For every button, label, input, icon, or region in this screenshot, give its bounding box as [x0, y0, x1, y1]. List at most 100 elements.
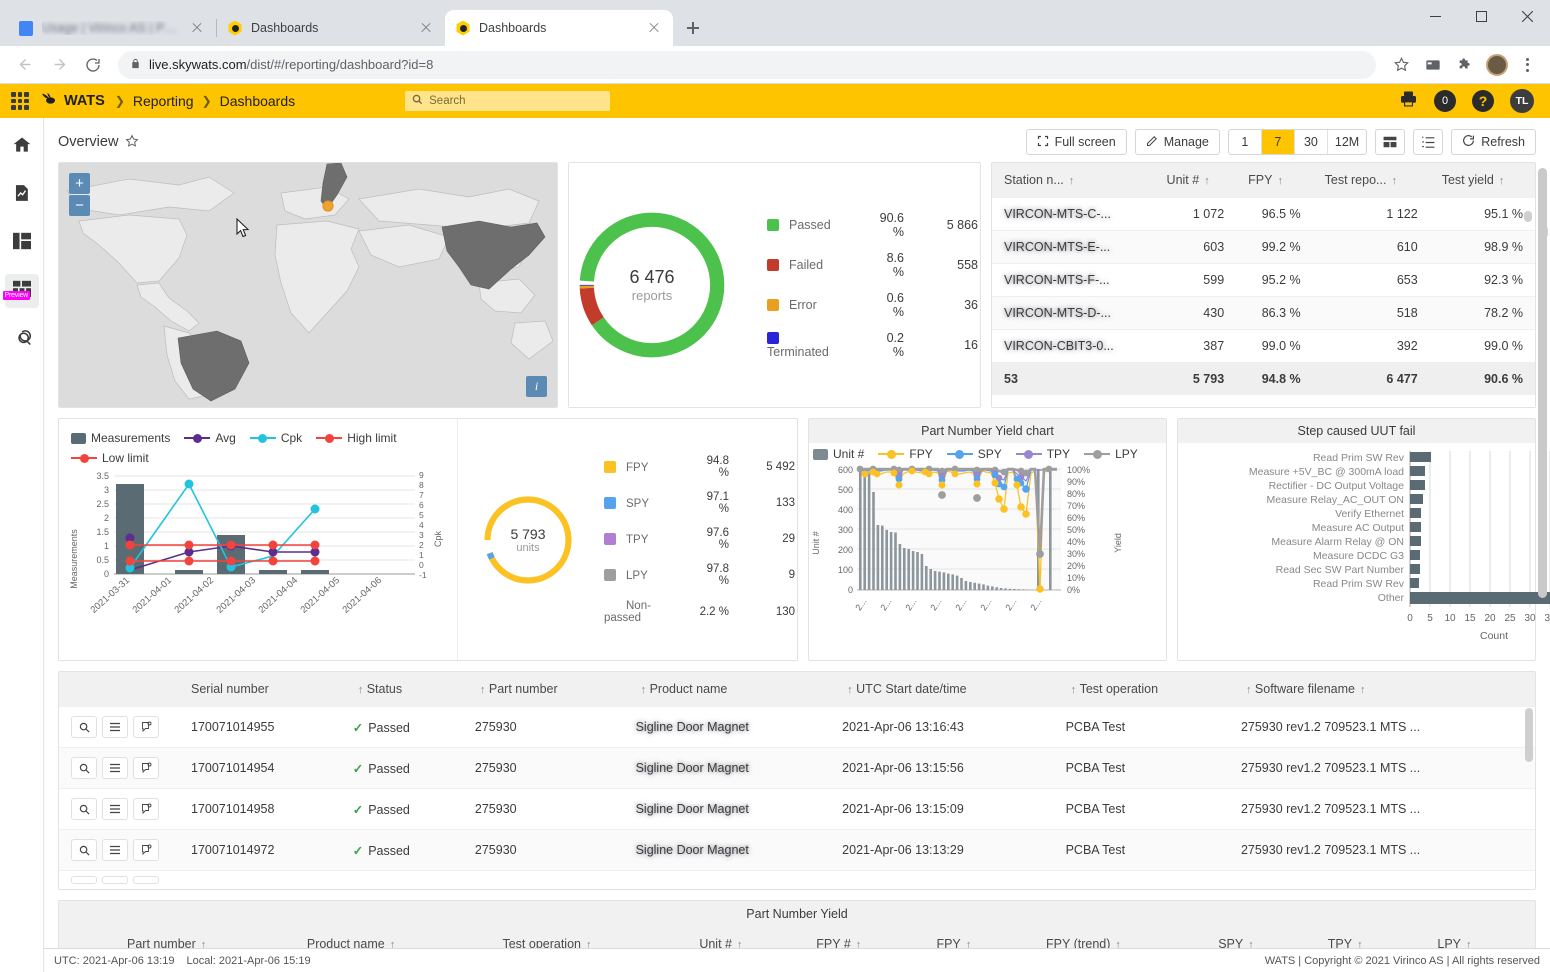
col-product-name[interactable]: Product name ↑: [294, 927, 491, 948]
table-row[interactable]: VIRCON-MTS-F-... 599 95.2 % 653 92.3 %: [992, 263, 1535, 297]
magnifier-icon[interactable]: [71, 839, 97, 861]
list-lines-icon[interactable]: [102, 839, 128, 861]
map-zoom-in-button[interactable]: +: [69, 173, 90, 194]
range-option-7[interactable]: 7: [1261, 130, 1295, 154]
legend-unit[interactable]: Unit #: [813, 447, 864, 461]
help-icon[interactable]: ?: [1472, 90, 1494, 112]
notification-badge[interactable]: 0: [1434, 90, 1456, 112]
table-row[interactable]: 170071014958 ✓ Passed 275930 Sigline Door…: [59, 788, 1535, 830]
tab-close-icon[interactable]: [188, 19, 206, 37]
list-lines-icon[interactable]: [102, 876, 128, 884]
stations-table-scrollbar[interactable]: [1524, 197, 1532, 347]
print-icon[interactable]: [1399, 90, 1418, 113]
forward-arrow-icon[interactable]: [44, 50, 74, 80]
legend-lpy[interactable]: LPY: [1084, 447, 1138, 461]
magnifier-icon[interactable]: [71, 876, 97, 884]
global-search-input[interactable]: Search: [405, 91, 611, 111]
table-row[interactable]: VIRCON-MTS-D-... 430 86.3 % 518 78.2 %: [992, 296, 1535, 330]
col-unit[interactable]: Unit # ↑: [1154, 163, 1237, 198]
col-fpy-count[interactable]: FPY # ↑: [804, 927, 925, 948]
manage-button[interactable]: Manage: [1134, 129, 1220, 155]
app-launcher-grid-icon[interactable]: [10, 91, 30, 111]
refresh-button[interactable]: Refresh: [1451, 129, 1536, 155]
col-software-filename[interactable]: ↑ Software filename ↑: [1228, 672, 1535, 707]
kebab-menu-icon[interactable]: [1514, 52, 1540, 78]
legend-tpy[interactable]: TPY: [1015, 447, 1070, 461]
col-status[interactable]: ↑ Status: [340, 672, 463, 707]
profile-avatar[interactable]: [1482, 50, 1512, 80]
tab-close-icon[interactable]: [645, 19, 663, 37]
legend-high-limit[interactable]: High limit: [316, 431, 397, 445]
col-test-yield[interactable]: Test yield ↑: [1429, 163, 1535, 198]
magnifier-icon[interactable]: [71, 798, 97, 820]
col-test-operation[interactable]: Test operation ↑: [490, 927, 688, 948]
puzzle-extension-icon[interactable]: [1450, 50, 1480, 80]
layout-toggle-icon[interactable]: [1375, 129, 1406, 155]
tab-close-icon[interactable]: [417, 19, 435, 37]
address-bar[interactable]: live.skywats.com/dist/#/reporting/dashbo…: [118, 50, 1376, 79]
col-unit[interactable]: Unit # ↑: [687, 927, 805, 948]
legend-row[interactable]: TPY 97.6 % 29: [604, 522, 795, 556]
col-product-name[interactable]: ↑ Product name: [623, 672, 831, 707]
col-lpy[interactable]: LPY ↑: [1425, 927, 1535, 948]
table-row[interactable]: VIRCON-CBIT3-0... 387 99.0 % 392 99.0 %: [992, 329, 1535, 363]
magnifier-icon[interactable]: [71, 757, 97, 779]
repair-tag-icon[interactable]: [133, 716, 159, 738]
legend-row[interactable]: Failed 8.6 % 558: [767, 246, 978, 284]
range-option-1[interactable]: 1: [1229, 130, 1262, 154]
list-toggle-icon[interactable]: [1413, 129, 1444, 155]
browser-tab-3-active[interactable]: Dashboards: [445, 10, 673, 46]
sidebar-item-dashboards[interactable]: [5, 226, 39, 260]
star-outline-icon[interactable]: [125, 134, 139, 151]
col-spy[interactable]: SPY ↑: [1206, 927, 1316, 948]
sidebar-item-home[interactable]: [5, 130, 39, 164]
close-icon[interactable]: [1504, 0, 1550, 32]
page-scrollbar[interactable]: [1538, 168, 1547, 942]
legend-row[interactable]: Terminated 0.2 % 16: [767, 326, 978, 364]
table-row[interactable]: VIRCON-MTS-C-... 1 072 96.5 % 1 122 95.1 %: [992, 197, 1535, 231]
legend-low-limit[interactable]: Low limit: [71, 451, 149, 465]
sidebar-item-reports[interactable]: Preview: [2, 274, 39, 308]
list-lines-icon[interactable]: [102, 798, 128, 820]
legend-avg[interactable]: Avg: [184, 431, 236, 445]
repair-tag-icon[interactable]: [133, 798, 159, 820]
legend-spy[interactable]: SPY: [946, 447, 1002, 461]
sidebar-item-analysis[interactable]: [5, 178, 39, 212]
maximize-icon[interactable]: [1458, 0, 1504, 32]
col-station-name[interactable]: Station n... ↑: [992, 163, 1155, 198]
col-test-reports[interactable]: Test repo... ↑: [1312, 163, 1430, 198]
magnifier-icon[interactable]: [71, 716, 97, 738]
map-zoom-out-button[interactable]: −: [69, 195, 90, 216]
reports-table-scrollbar[interactable]: [1525, 702, 1533, 887]
table-row-partial[interactable]: [59, 870, 1535, 889]
reload-icon[interactable]: [78, 50, 108, 80]
back-arrow-icon[interactable]: [10, 50, 40, 80]
legend-row[interactable]: Error 0.6 % 36: [767, 286, 978, 324]
legend-cpk[interactable]: Cpk: [249, 431, 302, 445]
browser-tab-2[interactable]: Dashboards: [217, 10, 445, 46]
col-part-number[interactable]: Part number ↑: [115, 927, 295, 948]
legend-measurements[interactable]: Measurements: [71, 431, 170, 445]
table-row[interactable]: 170071014954 ✓ Passed 275930 Sigline Door…: [59, 747, 1535, 789]
breadcrumb-item-dashboards[interactable]: Dashboards: [220, 93, 296, 109]
table-row[interactable]: VIRCON-MTS-E-... 603 99.2 % 610 98.9 %: [992, 230, 1535, 264]
col-part-number[interactable]: ↑ Part number: [462, 672, 624, 707]
new-tab-button[interactable]: [679, 14, 707, 42]
list-lines-icon[interactable]: [102, 716, 128, 738]
legend-fpy[interactable]: FPY: [878, 447, 933, 461]
table-row[interactable]: 170071014955 ✓ Passed 275930 Sigline Door…: [59, 706, 1535, 748]
breadcrumb-item-reporting[interactable]: Reporting: [133, 93, 194, 109]
full-screen-button[interactable]: Full screen: [1025, 129, 1127, 155]
legend-row[interactable]: LPY 97.8 % 9: [604, 558, 795, 592]
bookmark-star-icon[interactable]: [1386, 50, 1416, 80]
user-avatar[interactable]: TL: [1510, 89, 1534, 113]
minimize-icon[interactable]: [1412, 0, 1458, 32]
list-lines-icon[interactable]: [102, 757, 128, 779]
col-serial-number[interactable]: Serial number: [179, 672, 341, 707]
legend-row[interactable]: Passed 90.6 % 5 866: [767, 206, 978, 244]
brand-logo[interactable]: WATS: [40, 92, 105, 110]
legend-row[interactable]: FPY 94.8 % 5 492: [604, 450, 795, 484]
col-utc-start[interactable]: ↑ UTC Start date/time: [830, 672, 1054, 707]
map-info-button[interactable]: i: [526, 376, 547, 397]
legend-row[interactable]: SPY 97.1 % 133: [604, 486, 795, 520]
